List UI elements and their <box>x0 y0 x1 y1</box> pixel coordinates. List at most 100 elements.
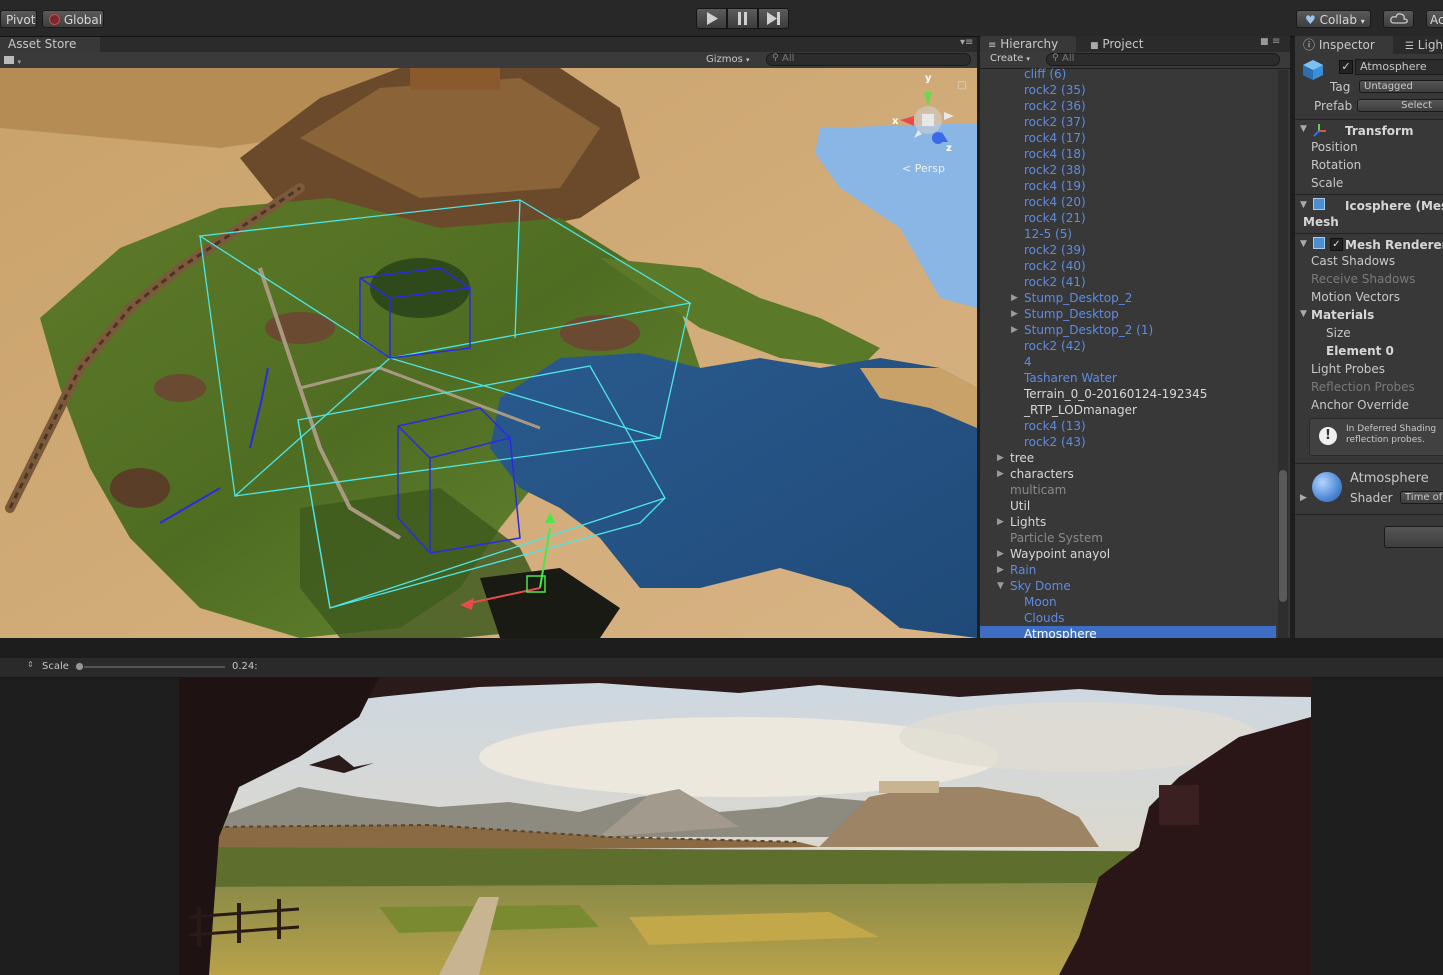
lock-icon[interactable]: □ <box>957 80 966 91</box>
game-landscape-render <box>179 677 1311 975</box>
triangle-down-icon[interactable]: ▼ <box>1300 124 1307 134</box>
hierarchy-row[interactable]: _RTP_LODmanager <box>980 402 1276 418</box>
collab-button[interactable]: ♥ Collab ▾ <box>1296 10 1371 28</box>
triangle-right-icon[interactable]: ▶ <box>1011 322 1018 338</box>
scene-view[interactable]: y x z □ < Persp <box>0 68 977 638</box>
tab-inspector[interactable]: ⓘ Inspector <box>1295 36 1393 54</box>
hierarchy-row[interactable]: Tasharen Water <box>980 370 1276 386</box>
hierarchy-row[interactable]: 4 <box>980 354 1276 370</box>
hierarchy-row[interactable]: Util <box>980 498 1276 514</box>
tab-hierarchy[interactable]: ≡ Hierarchy <box>980 36 1076 52</box>
prefab-select-button[interactable]: Select <box>1357 99 1443 112</box>
shader-dropdown[interactable]: Time of <box>1400 491 1443 504</box>
shader-label: Shader <box>1350 491 1393 505</box>
hierarchy-row[interactable]: ▶ Waypoint anayol <box>980 546 1276 562</box>
triangle-down-icon[interactable]: ▼ <box>1300 309 1307 319</box>
panel-menu-icon[interactable]: ▾≡ <box>960 37 973 48</box>
hierarchy-row[interactable]: rock2 (43) <box>980 434 1276 450</box>
triangle-right-icon[interactable]: ▶ <box>1011 290 1018 306</box>
scrollbar-thumb[interactable] <box>1279 470 1287 602</box>
axis-y-label: y <box>925 73 932 84</box>
hierarchy-row[interactable]: rock2 (37) <box>980 114 1276 130</box>
triangle-right-icon[interactable]: ▶ <box>997 562 1004 578</box>
hierarchy-row[interactable]: Moon <box>980 594 1276 610</box>
hierarchy-row[interactable]: rock4 (21) <box>980 210 1276 226</box>
hierarchy-row[interactable]: rock4 (17) <box>980 130 1276 146</box>
triangle-down-icon[interactable]: ▼ <box>1300 239 1307 249</box>
hierarchy-row[interactable]: rock4 (18) <box>980 146 1276 162</box>
step-button[interactable] <box>758 8 789 29</box>
hierarchy-row[interactable]: rock4 (20) <box>980 194 1276 210</box>
account-button[interactable]: Ac <box>1426 10 1443 28</box>
mesh-renderer-enabled-checkbox[interactable]: ✓ <box>1330 238 1343 251</box>
triangle-down-icon[interactable]: ▼ <box>1300 200 1307 210</box>
search-icon: ⚲ <box>772 53 779 63</box>
hierarchy-row[interactable]: ▼ Sky Dome <box>980 578 1276 594</box>
panel-splitter[interactable] <box>0 638 1443 658</box>
gameobject-icon <box>1303 60 1323 80</box>
create-dropdown[interactable]: Create ▾ <box>990 53 1030 64</box>
add-component-button[interactable] <box>1384 526 1443 548</box>
hierarchy-row-selected[interactable]: Atmosphere <box>980 626 1276 638</box>
hierarchy-row[interactable]: cliff (6) <box>980 68 1276 82</box>
triangle-right-icon[interactable]: ▶ <box>997 546 1004 562</box>
hierarchy-row[interactable]: 12-5 (5) <box>980 226 1276 242</box>
hierarchy-row[interactable]: rock2 (42) <box>980 338 1276 354</box>
display-dropdown-icon[interactable]: ⇕ <box>27 660 34 669</box>
object-name-field[interactable]: Atmosphere <box>1355 59 1443 75</box>
cloud-button[interactable] <box>1383 10 1414 28</box>
hierarchy-row[interactable]: ▶ Stump_Desktop <box>980 306 1276 322</box>
pivot-toggle[interactable]: Pivot <box>0 10 37 28</box>
triangle-down-icon[interactable]: ▼ <box>997 578 1004 594</box>
collab-icon: ♥ <box>1305 13 1316 27</box>
triangle-right-icon[interactable]: ▶ <box>997 514 1004 530</box>
mesh-filter-title[interactable]: Icosphere (Mes <box>1345 199 1443 213</box>
scene-search-input[interactable]: ⚲ All <box>766 53 971 66</box>
tab-project[interactable]: ■ Project <box>1080 36 1200 52</box>
hierarchy-row[interactable]: multicam <box>980 482 1276 498</box>
shading-mode-button[interactable]: ▾ <box>4 54 30 66</box>
hierarchy-row[interactable]: rock2 (38) <box>980 162 1276 178</box>
mesh-renderer-title[interactable]: Mesh Renderer <box>1345 238 1443 252</box>
game-view[interactable] <box>179 677 1311 975</box>
scale-slider[interactable] <box>75 662 225 671</box>
panel-menu-icon[interactable]: ≡ <box>1272 36 1280 47</box>
global-toggle[interactable]: Global <box>42 10 104 28</box>
hierarchy-row[interactable]: rock2 (40) <box>980 258 1276 274</box>
lock-icon[interactable]: ■ <box>1260 37 1269 47</box>
hierarchy-row[interactable]: rock2 (36) <box>980 98 1276 114</box>
pause-button[interactable] <box>727 8 758 29</box>
hierarchy-row[interactable]: ▶ Stump_Desktop_2 (1) <box>980 322 1276 338</box>
hierarchy-row[interactable]: ▶ Stump_Desktop_2 <box>980 290 1276 306</box>
hierarchy-row[interactable]: rock2 (41) <box>980 274 1276 290</box>
persp-toggle[interactable]: < Persp <box>902 162 945 175</box>
tab-lighting[interactable]: ☰ Ligh <box>1399 36 1443 54</box>
hierarchy-row[interactable]: Particle System <box>980 530 1276 546</box>
hierarchy-row-label: Particle System <box>1010 531 1103 545</box>
hierarchy-row[interactable]: ▶ characters <box>980 466 1276 482</box>
gizmos-dropdown[interactable]: Gizmos ▾ <box>706 53 750 67</box>
hierarchy-row[interactable]: rock4 (19) <box>980 178 1276 194</box>
active-checkbox[interactable]: ✓ <box>1339 60 1353 74</box>
transform-title[interactable]: Transform <box>1345 124 1413 138</box>
hierarchy-row[interactable]: rock2 (35) <box>980 82 1276 98</box>
hierarchy-row[interactable]: Terrain_0_0-20160124-192345 <box>980 386 1276 402</box>
hierarchy-row[interactable]: ▶ tree <box>980 450 1276 466</box>
hierarchy-row[interactable]: ▶ Lights <box>980 514 1276 530</box>
triangle-right-icon[interactable]: ▶ <box>997 466 1004 482</box>
tab-asset-store[interactable]: Asset Store <box>0 37 100 52</box>
triangle-right-icon[interactable]: ▶ <box>1300 493 1307 503</box>
materials-label[interactable]: Materials <box>1311 308 1374 322</box>
tag-label: Tag <box>1330 80 1351 94</box>
scale-slider-thumb[interactable] <box>75 662 84 671</box>
hierarchy-search-input[interactable]: ⚲ All <box>1046 53 1280 66</box>
tag-dropdown[interactable]: Untagged <box>1359 80 1443 93</box>
hierarchy-row[interactable]: rock2 (39) <box>980 242 1276 258</box>
triangle-right-icon[interactable]: ▶ <box>997 450 1004 466</box>
hierarchy-row[interactable]: rock4 (13) <box>980 418 1276 434</box>
hierarchy-row[interactable]: Clouds <box>980 610 1276 626</box>
triangle-right-icon[interactable]: ▶ <box>1011 306 1018 322</box>
play-button[interactable] <box>696 8 727 29</box>
hierarchy-row[interactable]: ▶ Rain <box>980 562 1276 578</box>
hierarchy-scrollbar[interactable] <box>1278 70 1288 638</box>
